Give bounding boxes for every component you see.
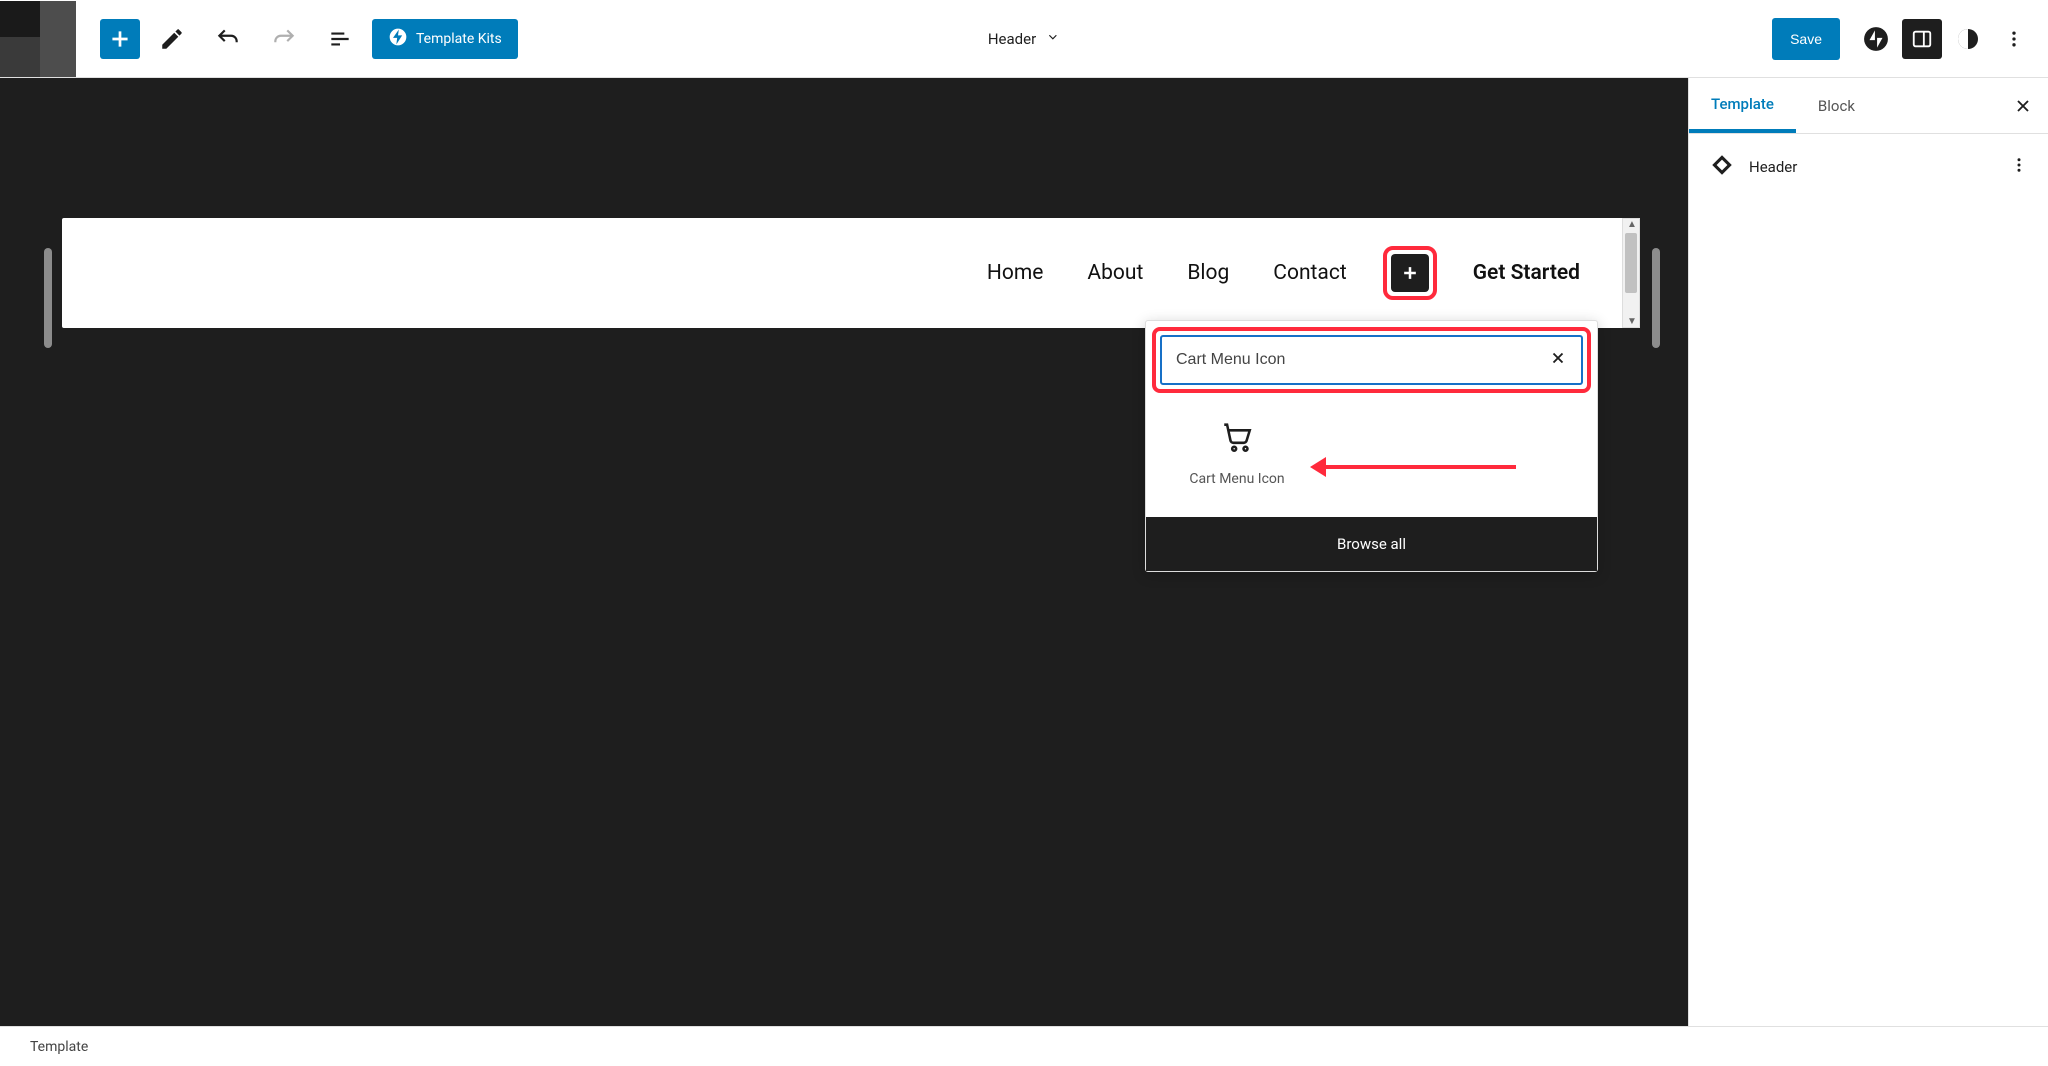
block-inserter-popover: Cart Menu Icon Browse all: [1145, 320, 1598, 572]
resize-handle-right[interactable]: [1652, 248, 1660, 348]
tab-block[interactable]: Block: [1796, 78, 1877, 133]
redo-button[interactable]: [260, 15, 308, 63]
breadcrumb[interactable]: Template: [30, 1039, 88, 1055]
canvas-scrollbar[interactable]: ▲ ▼: [1622, 218, 1640, 328]
block-result-cart-menu-icon[interactable]: Cart Menu Icon: [1172, 419, 1302, 487]
clear-search-button[interactable]: [1549, 349, 1567, 371]
edit-tool-button[interactable]: [148, 15, 196, 63]
close-sidebar-button[interactable]: [1998, 96, 2048, 116]
template-part-label: Header: [1749, 158, 1797, 176]
editor-footer: Template: [0, 1026, 2048, 1066]
workspace: Home About Blog Contact Get Started ▲ ▼: [0, 78, 2048, 1026]
nav-item-about[interactable]: About: [1087, 261, 1143, 285]
cart-icon: [1220, 419, 1254, 457]
browse-all-row: Browse all: [1146, 517, 1597, 571]
list-view-button[interactable]: [316, 15, 364, 63]
template-kits-label: Template Kits: [416, 31, 502, 47]
template-part-more-button[interactable]: [2010, 156, 2028, 178]
sidebar-tabs: Template Block: [1689, 78, 2048, 134]
more-options-button[interactable]: [1994, 29, 2034, 49]
top-toolbar: Template Kits Header Save: [0, 0, 2048, 78]
inserter-search-field-container: [1160, 335, 1583, 385]
browse-all-button[interactable]: Browse all: [1146, 517, 1597, 571]
save-button[interactable]: Save: [1772, 18, 1840, 60]
resize-handle-left[interactable]: [44, 248, 52, 348]
scroll-up-icon[interactable]: ▲: [1627, 219, 1637, 230]
jetpack-icon-button[interactable]: [1856, 19, 1896, 59]
site-header-block[interactable]: Home About Blog Contact Get Started: [62, 218, 1640, 328]
editor-canvas[interactable]: Home About Blog Contact Get Started ▲ ▼: [0, 78, 1688, 1026]
tab-template[interactable]: Template: [1689, 78, 1796, 133]
header-template-icon: [1709, 152, 1735, 182]
undo-button[interactable]: [204, 15, 252, 63]
inserter-toggle-button[interactable]: [100, 19, 140, 59]
inserter-results: Cart Menu Icon: [1146, 399, 1597, 517]
chevron-down-icon: [1046, 30, 1060, 48]
styles-button[interactable]: [1948, 19, 1988, 59]
document-title-dropdown[interactable]: Header: [988, 30, 1060, 48]
annotation-arrow: [1316, 465, 1516, 469]
nav-item-blog[interactable]: Blog: [1187, 261, 1229, 285]
template-part-row[interactable]: Header: [1709, 152, 2028, 182]
scroll-down-icon[interactable]: ▼: [1627, 316, 1637, 327]
nav-item-get-started[interactable]: Get Started: [1473, 261, 1580, 285]
sidebar-body: Header: [1689, 134, 2048, 200]
toolbar-right-cluster: Save: [1772, 18, 2034, 60]
block-result-label: Cart Menu Icon: [1189, 471, 1284, 487]
inserter-search-input[interactable]: [1176, 351, 1549, 369]
bolt-icon: [388, 27, 408, 51]
inserter-search-wrap: [1146, 321, 1597, 399]
document-title-text: Header: [988, 30, 1036, 48]
nav-item-home[interactable]: Home: [987, 261, 1044, 285]
nav-item-contact[interactable]: Contact: [1273, 261, 1346, 285]
template-kits-button[interactable]: Template Kits: [372, 19, 518, 59]
settings-sidebar: Template Block Header: [1688, 78, 2048, 1026]
wp-logo[interactable]: [0, 1, 76, 77]
add-block-inline-button[interactable]: [1391, 254, 1429, 292]
settings-sidebar-toggle[interactable]: [1902, 19, 1942, 59]
